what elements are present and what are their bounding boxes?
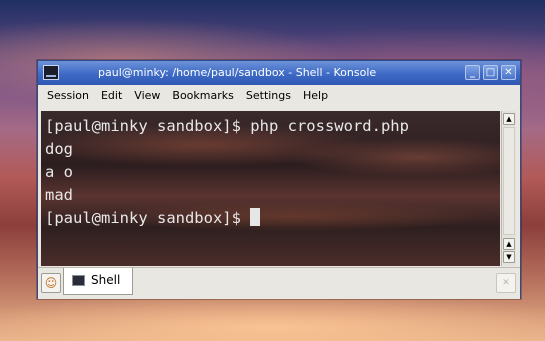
window-title: paul@minky: /home/paul/sandbox - Shell -… <box>98 66 377 79</box>
menu-bar: Session Edit View Bookmarks Settings Hel… <box>38 85 520 107</box>
terminal-output[interactable]: [paul@minky sandbox]$ php crossword.php … <box>41 111 500 266</box>
menu-session[interactable]: Session <box>41 85 95 107</box>
tab-label: Shell <box>91 273 121 287</box>
menu-bookmarks[interactable]: Bookmarks <box>166 85 239 107</box>
menu-settings[interactable]: Settings <box>240 85 297 107</box>
maximize-button[interactable]: □ <box>483 65 498 80</box>
close-button[interactable]: ✕ <box>501 65 516 80</box>
tab-bar: ☺ Shell ✕ <box>38 267 520 299</box>
minimize-button[interactable]: _ <box>465 65 480 80</box>
scroll-down-icon[interactable]: ▼ <box>503 251 515 263</box>
konsole-app-icon[interactable] <box>43 65 59 80</box>
konsole-window: paul@minky: /home/paul/sandbox - Shell -… <box>37 60 521 299</box>
tab-shell[interactable]: Shell <box>63 268 133 295</box>
prompt-text: [paul@minky sandbox]$ <box>45 209 251 227</box>
new-session-button[interactable]: ☺ <box>41 273 61 293</box>
title-bar[interactable]: paul@minky: /home/paul/sandbox - Shell -… <box>38 61 520 85</box>
terminal-prompt-line: [paul@minky sandbox]$ <box>45 207 500 230</box>
scroll-up-icon[interactable]: ▲ <box>503 113 515 125</box>
menu-edit[interactable]: Edit <box>95 85 128 107</box>
terminal-line: dog <box>45 140 73 158</box>
text-cursor <box>250 208 261 226</box>
terminal-line: [paul@minky sandbox]$ php crossword.php <box>45 117 409 135</box>
menu-view[interactable]: View <box>128 85 166 107</box>
menu-help[interactable]: Help <box>297 85 334 107</box>
scrollbar-thumb[interactable] <box>503 127 515 235</box>
close-tab-button[interactable]: ✕ <box>496 273 516 293</box>
scroll-up-icon[interactable]: ▲ <box>503 238 515 250</box>
vertical-scrollbar[interactable]: ▲ ▲ ▼ <box>501 111 516 266</box>
terminal-icon <box>72 275 85 286</box>
terminal-line: a o <box>45 163 73 181</box>
terminal-line: mad <box>45 186 73 204</box>
